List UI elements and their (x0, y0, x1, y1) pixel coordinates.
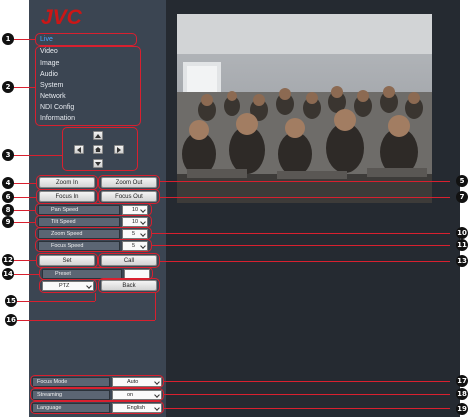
arrow-up-icon (95, 133, 101, 138)
callout-line-13 (160, 261, 450, 262)
callout-line-4 (12, 183, 36, 184)
callout-5: 5 (456, 175, 468, 187)
highlight-focus-mode (30, 375, 164, 388)
highlight-streaming (30, 388, 164, 401)
callout-19: 19 (456, 403, 468, 415)
highlight-back (98, 278, 160, 293)
callout-15: 15 (5, 295, 17, 307)
callout-4: 4 (2, 177, 14, 189)
callout-line-8 (12, 210, 35, 211)
callout-line-6 (12, 197, 36, 198)
callout-8: 8 (2, 204, 14, 216)
home-button[interactable] (93, 145, 103, 154)
callout-6: 6 (2, 191, 14, 203)
callout-11: 11 (456, 239, 468, 251)
callout-line-18 (164, 394, 450, 395)
callout-9: 9 (2, 216, 14, 228)
callout-line-15b (95, 293, 96, 301)
arrow-right-icon (117, 146, 121, 153)
callout-line-5 (160, 181, 450, 182)
highlight-set (36, 253, 98, 268)
callout-line-9 (12, 222, 35, 223)
callout-line-7 (160, 197, 450, 198)
callout-13: 13 (456, 255, 468, 267)
callout-line-15 (17, 301, 95, 302)
callout-12: 12 (2, 254, 14, 266)
callout-line-3 (12, 155, 62, 156)
callout-18: 18 (456, 388, 468, 400)
highlight-mode (39, 279, 97, 293)
arrow-left-button[interactable] (74, 145, 84, 154)
callout-line-16b (155, 293, 156, 320)
highlight-language (30, 401, 164, 414)
highlight-focus-in (36, 189, 98, 204)
callout-16: 16 (5, 314, 17, 326)
highlight-menu (35, 46, 141, 126)
highlight-zoom-out (98, 175, 160, 190)
arrow-right-button[interactable] (114, 145, 124, 154)
callout-line-11 (152, 245, 450, 246)
arrow-up-button[interactable] (93, 131, 103, 140)
callout-2: 2 (2, 81, 14, 93)
callout-line-12 (12, 260, 36, 261)
callout-line-14 (12, 274, 39, 275)
callout-14: 14 (2, 268, 14, 280)
highlight-focus-out (98, 189, 160, 204)
arrow-left-icon (77, 146, 81, 153)
jvc-logo: JVC (41, 6, 82, 29)
callout-7: 7 (456, 191, 468, 203)
arrow-down-button[interactable] (93, 159, 103, 168)
callout-line-16 (17, 320, 155, 321)
highlight-live (35, 33, 137, 46)
arrow-down-icon (95, 161, 101, 166)
callout-line-19 (164, 408, 450, 409)
highlight-focus-speed (35, 239, 152, 252)
callout-10: 10 (456, 227, 468, 239)
callout-17: 17 (456, 375, 468, 387)
callout-1: 1 (2, 33, 14, 45)
callout-line-17 (164, 381, 450, 382)
camera-web-ui: JVC Live Video Image Audio System Networ… (0, 0, 471, 417)
home-icon (95, 147, 101, 152)
callout-3: 3 (2, 149, 14, 161)
callout-line-1 (12, 39, 35, 40)
highlight-zoom-in (36, 175, 98, 190)
callout-line-10 (152, 233, 450, 234)
camera-preview (177, 14, 432, 203)
callout-line-2 (12, 87, 35, 88)
highlight-call (98, 253, 160, 268)
